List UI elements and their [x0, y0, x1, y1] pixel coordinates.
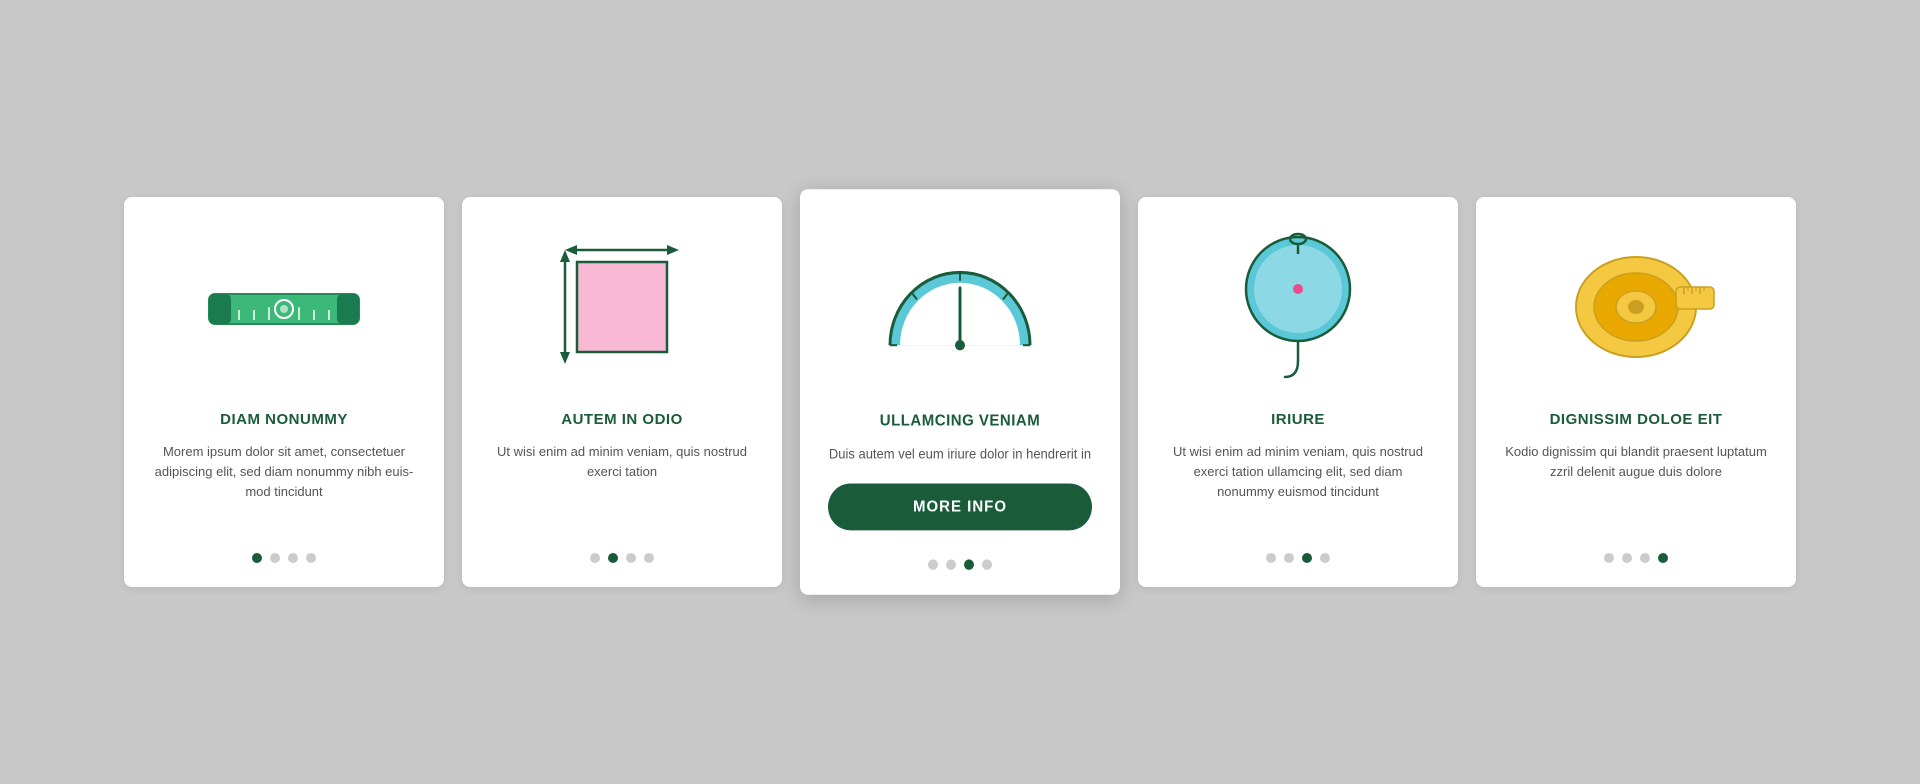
dot-0	[252, 553, 262, 563]
card-title: DIGNISSIM DOLOE EIT	[1550, 411, 1723, 428]
dot-0	[928, 560, 938, 570]
dots-indicator	[1266, 553, 1330, 563]
dots-indicator	[252, 553, 316, 563]
card-title: AUTEM IN ODIO	[561, 411, 683, 428]
card-title: IRIURE	[1271, 411, 1325, 428]
dot-0	[1266, 553, 1276, 563]
dots-indicator	[590, 553, 654, 563]
card-text: Ut wisi enim ad minim veniam, quis nostr…	[490, 442, 754, 533]
dot-2	[1640, 553, 1650, 563]
card-ullamcing-veniam: ULLAMCING VENIAM Duis autem vel eum iriu…	[800, 189, 1120, 595]
dot-1	[1622, 553, 1632, 563]
more-info-button[interactable]: MORE INFO	[828, 484, 1092, 531]
card-title: ULLAMCING VENIAM	[880, 412, 1041, 430]
card-text: Kodio dignissim qui blandit praesent lup…	[1504, 442, 1768, 533]
card-title: DIAM NONUMMY	[220, 411, 348, 428]
dot-3	[982, 560, 992, 570]
dot-1	[946, 560, 956, 570]
card-autem-in-odio: AUTEM IN ODIO Ut wisi enim ad minim veni…	[462, 197, 782, 587]
dot-3	[644, 553, 654, 563]
card-text: Morem ipsum dolor sit amet, consectetuer…	[152, 442, 416, 533]
dot-3	[306, 553, 316, 563]
dot-0	[1604, 553, 1614, 563]
card-text: Duis autem vel eum iriure dolor in hendr…	[829, 444, 1091, 465]
icon-ruler-level	[152, 227, 416, 387]
dot-1	[1284, 553, 1294, 563]
icon-tape-measure	[1504, 227, 1768, 387]
dot-2	[288, 553, 298, 563]
dots-indicator	[1604, 553, 1668, 563]
dot-2	[964, 560, 974, 570]
dot-1	[608, 553, 618, 563]
dot-2	[626, 553, 636, 563]
icon-hanging-scale	[1166, 227, 1430, 387]
dot-1	[270, 553, 280, 563]
card-iriure: IRIURE Ut wisi enim ad minim veniam, qui…	[1138, 197, 1458, 587]
dot-0	[590, 553, 600, 563]
dot-2	[1302, 553, 1312, 563]
card-text: Ut wisi enim ad minim veniam, quis nostr…	[1166, 442, 1430, 533]
dot-3	[1320, 553, 1330, 563]
dot-3	[1658, 553, 1668, 563]
card-diam-nonummy: DIAM NONUMMY Morem ipsum dolor sit amet,…	[124, 197, 444, 587]
dots-indicator	[928, 560, 992, 570]
icon-scale-arc	[828, 220, 1092, 386]
cards-container: DIAM NONUMMY Morem ipsum dolor sit amet,…	[64, 157, 1856, 627]
icon-dimension-box	[490, 227, 754, 387]
card-dignissim: DIGNISSIM DOLOE EIT Kodio dignissim qui …	[1476, 197, 1796, 587]
